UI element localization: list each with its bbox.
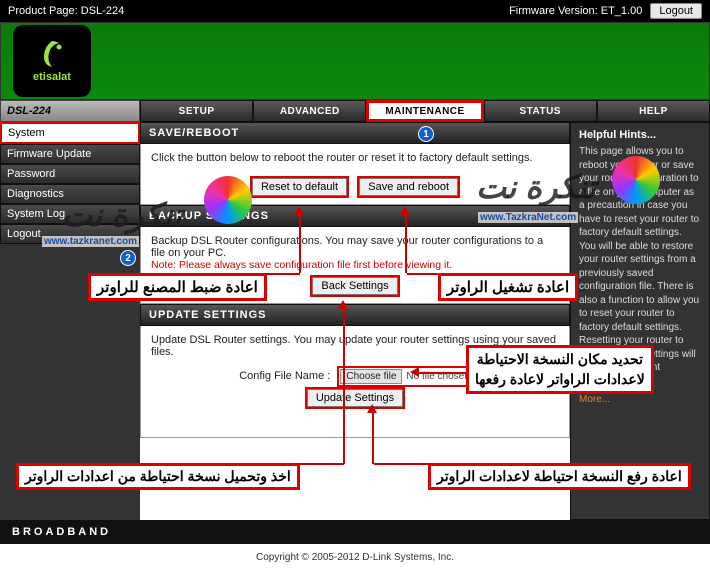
hints-more-link[interactable]: More... [579, 394, 610, 405]
backup-desc: Backup DSL Router configurations. You ma… [151, 235, 559, 259]
update-settings-button[interactable]: Update Settings [307, 389, 403, 407]
save-reboot-desc: Click the button below to reboot the rou… [151, 152, 559, 164]
sidebar-item-system-log[interactable]: System Log [0, 204, 140, 224]
hints-title: Helpful Hints... [579, 129, 701, 141]
save-and-reboot-button[interactable]: Save and reboot [359, 178, 458, 196]
etisalat-icon [37, 39, 67, 69]
reset-to-default-button[interactable]: Reset to default [252, 178, 347, 196]
tab-advanced[interactable]: ADVANCED [253, 100, 366, 122]
panel-title-update: UPDATE SETTINGS [140, 304, 570, 326]
annotation-restore-upload: اعادة رفع النسخة احتياطة لاعدادات الراوت… [428, 463, 691, 490]
annotation-backup-download: اخذ وتحميل نسخة احتياطة من اعدادات الراو… [16, 463, 300, 490]
logout-button[interactable]: Logout [650, 3, 702, 19]
backup-note: Note: Please always save configuration f… [151, 259, 559, 271]
main-content: SAVE/REBOOT Click the button below to re… [140, 122, 570, 520]
sidebar-item-diagnostics[interactable]: Diagnostics [0, 184, 140, 204]
product-page-label: Product Page: DSL-224 [8, 5, 509, 17]
choose-file-button[interactable]: Choose file [340, 369, 402, 384]
config-file-label: Config File Name : [239, 370, 330, 382]
brand-logo: etisalat [13, 25, 91, 97]
left-column: DSL-224 System 2 Firmware Update Passwor… [0, 100, 140, 520]
sidebar-label: System [8, 127, 45, 139]
brand-name: etisalat [33, 71, 71, 83]
annotation-badge-1: 1 [418, 126, 434, 142]
annotation-choose-location: تحديد مكان النسخة الاحتياطة لاعدادات الر… [466, 345, 654, 394]
backup-settings-button[interactable]: Back Settings [312, 277, 397, 295]
tab-setup[interactable]: SETUP [140, 100, 253, 122]
copyright-footer: Copyright © 2005-2012 D-Link Systems, In… [0, 544, 710, 571]
annotation-reboot: اعادة تشغيل الراوتر [438, 273, 578, 301]
sidebar-item-system[interactable]: System 2 [0, 122, 140, 144]
header-banner: etisalat [0, 22, 710, 100]
tab-maintenance[interactable]: MAINTENANCE [366, 100, 483, 122]
annotation-badge-2: 2 [120, 250, 136, 266]
sidebar-item-password[interactable]: Password [0, 164, 140, 184]
panel-title-save-reboot: SAVE/REBOOT [140, 122, 570, 144]
main-tabs: SETUP ADVANCED MAINTENANCE STATUS HELP [140, 100, 710, 122]
tab-help[interactable]: HELP [597, 100, 710, 122]
annotation-factory-reset: اعادة ضبط المصنع للراوتر [88, 273, 267, 301]
watermark-circle-icon-2 [612, 156, 660, 204]
firmware-version-label: Firmware Version: ET_1.00 [509, 5, 642, 17]
broadband-footer: BROADBAND [0, 520, 710, 544]
model-label: DSL-224 [0, 100, 140, 122]
watermark-circle-icon [204, 176, 252, 224]
tab-status[interactable]: STATUS [484, 100, 597, 122]
top-bar: Product Page: DSL-224 Firmware Version: … [0, 0, 710, 22]
sidebar-item-logout[interactable]: Logout [0, 224, 140, 244]
sidebar-item-firmware-update[interactable]: Firmware Update [0, 144, 140, 164]
